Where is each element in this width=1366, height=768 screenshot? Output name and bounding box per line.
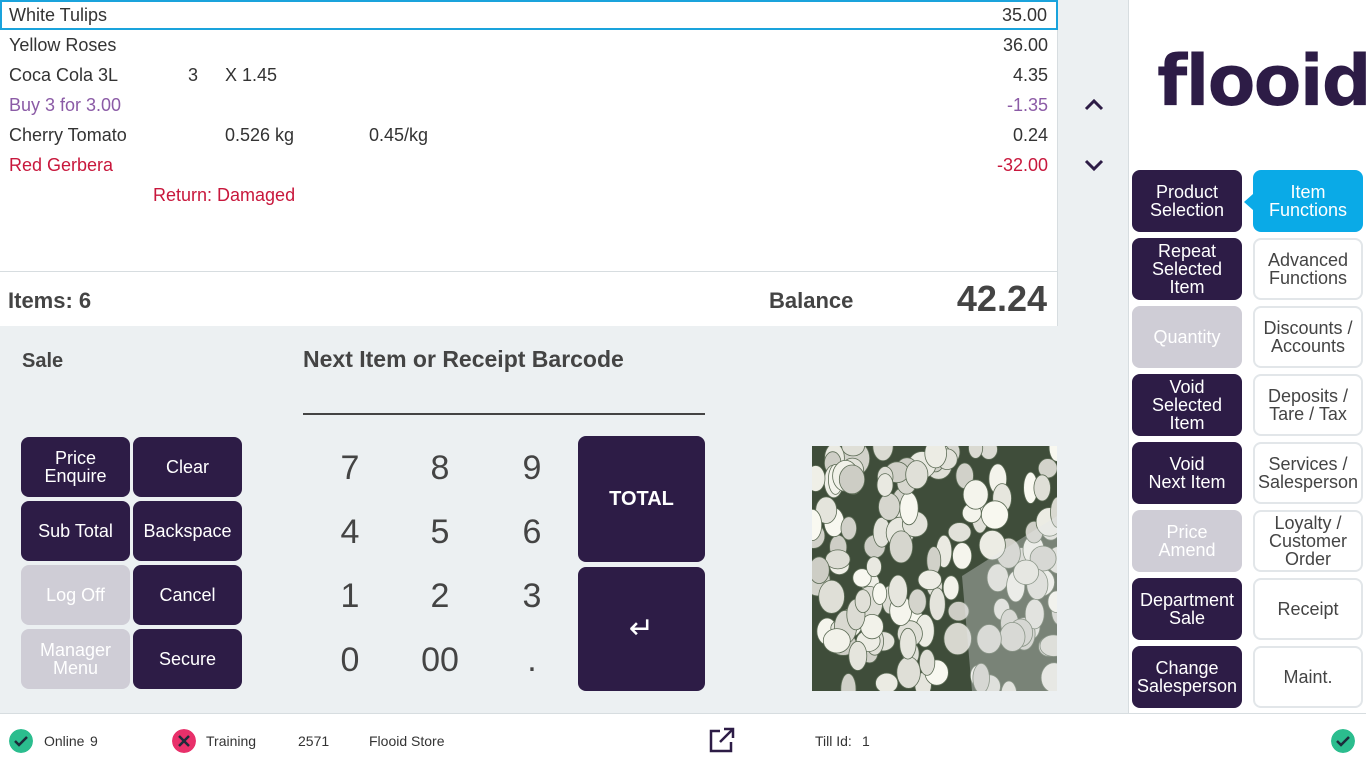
key-5[interactable]: 5 — [400, 504, 480, 560]
key-6[interactable]: 6 — [492, 504, 572, 560]
return-reason-line: Return: Damaged — [0, 180, 1058, 210]
balance-value: 42.24 — [956, 278, 1047, 319]
log-off-button[interactable]: Log Off — [21, 565, 130, 625]
flooid-logo: flooid — [1157, 40, 1366, 122]
entry-prompt: Next Item or Receipt Barcode — [303, 346, 624, 372]
line-amount: 4.35 — [1012, 65, 1048, 85]
line-amount: 0.24 — [1012, 125, 1048, 145]
tab-discounts-accounts[interactable]: Discounts / Accounts — [1253, 306, 1363, 368]
x-circle-icon — [172, 729, 196, 753]
white-tulips-photo — [812, 446, 1057, 691]
store-name: Flooid Store — [369, 733, 445, 749]
repeat-selected-item-button[interactable]: Repeat Selected Item — [1132, 238, 1242, 300]
balance-bar: Items: 6 Balance 42.24 — [0, 271, 1058, 326]
online-count: 9 — [90, 733, 98, 749]
line-amount: -32.00 — [996, 155, 1048, 175]
quantity-button[interactable]: Quantity — [1132, 306, 1242, 368]
product-selection-button[interactable]: Product Selection — [1132, 170, 1242, 232]
check-circle-icon — [9, 729, 33, 753]
tab-loyalty-customer-order[interactable]: Loyalty / Customer Order — [1253, 510, 1363, 572]
void-next-item-button[interactable]: Void Next Item — [1132, 442, 1242, 504]
enter-button[interactable]: ↵ — [578, 567, 705, 691]
tab-services-salesperson[interactable]: Services / Salesperson — [1253, 442, 1363, 504]
chevron-up-icon — [1084, 98, 1104, 111]
connection-check-icon — [1331, 729, 1355, 753]
line-unit-price: X 1.45 — [225, 65, 278, 85]
chevron-down-icon — [1084, 159, 1104, 172]
receipt-line[interactable]: Yellow Roses 36.00 — [0, 30, 1058, 60]
key-4[interactable]: 4 — [310, 504, 390, 560]
receipt-line[interactable]: Coca Cola 3L 3 X 1.45 4.35 — [0, 60, 1058, 90]
key-2[interactable]: 2 — [400, 568, 480, 624]
open-external-button[interactable] — [708, 726, 736, 754]
line-name: White Tulips — [9, 5, 108, 25]
key-decimal[interactable]: . — [492, 632, 572, 688]
return-reason: Return: Damaged — [153, 185, 296, 205]
line-amount: -1.35 — [1006, 95, 1048, 115]
void-selected-item-button[interactable]: Void Selected Item — [1132, 374, 1242, 436]
receipt-line-return[interactable]: Red Gerbera -32.00 — [0, 150, 1058, 180]
line-name: Yellow Roses — [9, 35, 117, 55]
line-quantity: 3 — [188, 65, 199, 85]
training-label: Training — [206, 733, 257, 749]
items-count: Items: 6 — [8, 288, 92, 313]
product-image — [812, 446, 1057, 691]
clear-button[interactable]: Clear — [133, 437, 242, 497]
balance-label: Balance — [769, 288, 854, 313]
scroll-up-button[interactable] — [1080, 91, 1108, 119]
sub-total-button[interactable]: Sub Total — [21, 501, 130, 561]
tab-advanced-functions[interactable]: Advanced Functions — [1253, 238, 1363, 300]
open-external-icon — [709, 727, 735, 753]
till-id: 1 — [862, 733, 870, 749]
manager-menu-button[interactable]: Manager Menu — [21, 629, 130, 689]
line-name: Red Gerbera — [9, 155, 114, 175]
line-weight: 0.526 kg — [225, 125, 295, 145]
online-label: Online — [44, 733, 85, 749]
tab-maint[interactable]: Maint. — [1253, 646, 1363, 708]
cancel-button[interactable]: Cancel — [133, 565, 242, 625]
active-tab-pointer — [1244, 194, 1253, 210]
enter-icon: ↵ — [628, 612, 655, 645]
key-3[interactable]: 3 — [492, 568, 572, 624]
change-salesperson-button[interactable]: Change Salesperson — [1132, 646, 1242, 708]
key-7[interactable]: 7 — [310, 440, 390, 496]
secure-button[interactable]: Secure — [133, 629, 242, 689]
key-1[interactable]: 1 — [310, 568, 390, 624]
receipt-line[interactable]: White Tulips 35.00 — [0, 0, 1058, 30]
line-name: Coca Cola 3L — [9, 65, 119, 85]
transaction-mode: Sale — [22, 350, 64, 372]
barcode-input[interactable] — [303, 380, 705, 415]
key-0[interactable]: 0 — [310, 632, 390, 688]
tab-deposits-tare-tax[interactable]: Deposits / Tare / Tax — [1253, 374, 1363, 436]
key-00[interactable]: 00 — [400, 632, 480, 688]
receipt-panel: White Tulips 35.00 Yellow Roses 36.00 Co… — [0, 0, 1058, 271]
receipt-line-promotion[interactable]: Buy 3 for 3.00 -1.35 — [0, 90, 1058, 120]
total-button[interactable]: TOTAL — [578, 436, 705, 562]
store-number: 2571 — [298, 733, 330, 749]
backspace-button[interactable]: Backspace — [133, 501, 242, 561]
line-name: Buy 3 for 3.00 — [9, 95, 122, 115]
line-amount: 36.00 — [1002, 35, 1048, 55]
tab-receipt[interactable]: Receipt — [1253, 578, 1363, 640]
key-9[interactable]: 9 — [492, 440, 572, 496]
receipt-line[interactable]: Cherry Tomato 0.526 kg 0.45/kg 0.24 — [0, 120, 1058, 150]
key-8[interactable]: 8 — [400, 440, 480, 496]
line-unit-price: 0.45/kg — [369, 125, 429, 145]
line-amount: 35.00 — [1001, 5, 1047, 25]
till-id-label: Till Id: — [815, 733, 852, 749]
line-name: Cherry Tomato — [9, 125, 127, 145]
price-amend-button[interactable]: Price Amend — [1132, 510, 1242, 572]
scroll-down-button[interactable] — [1080, 151, 1108, 179]
price-enquire-button[interactable]: Price Enquire — [21, 437, 130, 497]
status-bar: Online 9 Training 2571 Flooid Store Till… — [0, 713, 1366, 768]
department-sale-button[interactable]: Department Sale — [1132, 578, 1242, 640]
tab-item-functions[interactable]: Item Functions — [1253, 170, 1363, 232]
